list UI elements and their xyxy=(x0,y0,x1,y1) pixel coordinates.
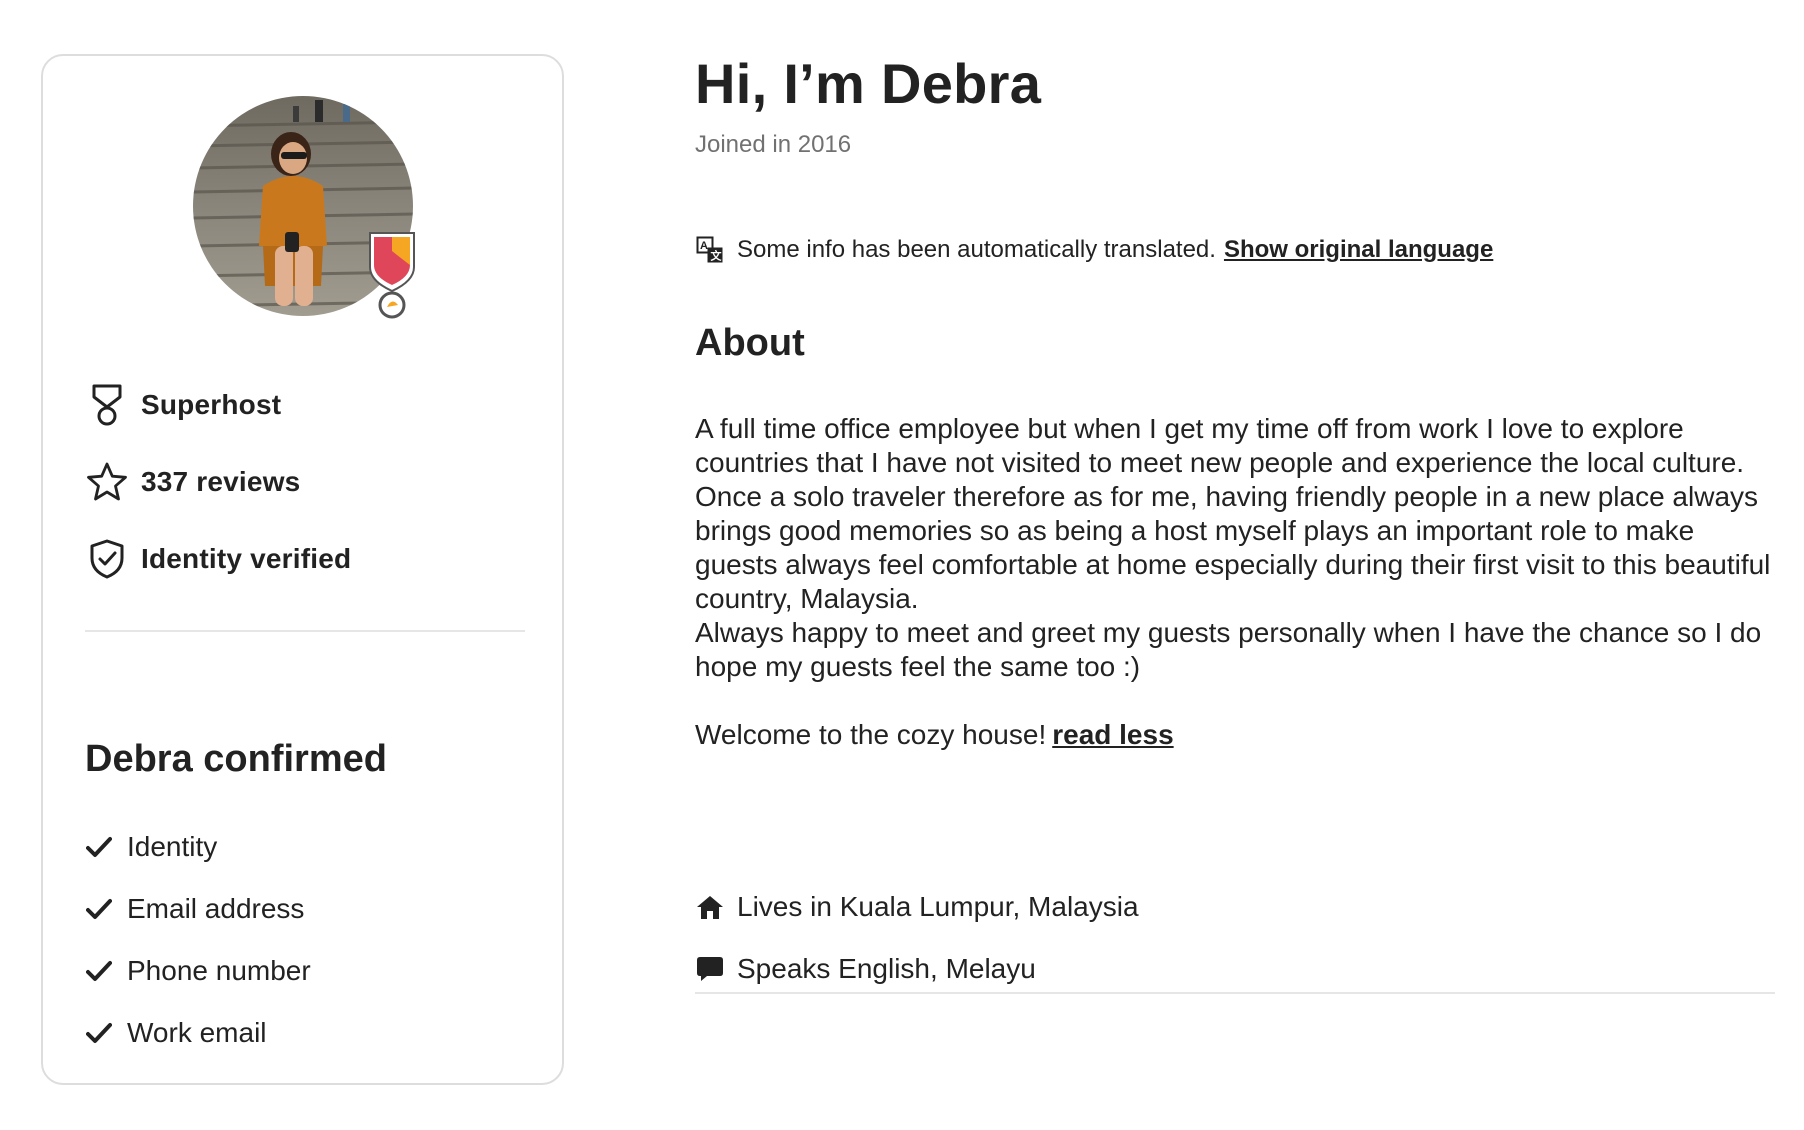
checkmark-icon xyxy=(85,957,113,985)
confirmed-title: Debra confirmed xyxy=(85,738,387,780)
about-heading: About xyxy=(695,322,805,364)
checkmark-icon xyxy=(85,833,113,861)
stat-identity: Identity verified xyxy=(85,520,525,597)
about-body: A full time office employee but when I g… xyxy=(695,412,1775,752)
card-divider xyxy=(85,630,525,632)
confirmed-label: Identity xyxy=(127,831,218,862)
section-divider xyxy=(695,992,1775,994)
checkmark-icon xyxy=(85,895,113,923)
read-less-link[interactable]: read less xyxy=(1052,719,1173,750)
home-icon xyxy=(695,892,725,922)
about-closing: Welcome to the cozy house! xyxy=(695,719,1047,750)
about-paragraph: Once a solo traveler therefore as for me… xyxy=(695,481,1771,614)
svg-text:文: 文 xyxy=(711,249,723,263)
about-paragraph: Always happy to meet and greet my guests… xyxy=(695,617,1762,682)
stat-label: Identity verified xyxy=(141,542,352,574)
avatar-container xyxy=(193,96,425,328)
profile-main: Hi, I’m Debra Joined in 2016 A 文 Some in… xyxy=(695,40,1775,994)
speech-bubble-icon xyxy=(695,954,725,984)
confirmed-list: Identity Email address Phone number Work… xyxy=(85,816,525,1064)
host-stats: Superhost 337 reviews Identity verified xyxy=(85,366,525,597)
shield-check-icon xyxy=(85,537,129,581)
confirmed-label: Email address xyxy=(127,893,305,924)
confirmed-item-work-email: Work email xyxy=(85,1002,525,1064)
confirmed-item-phone: Phone number xyxy=(85,940,525,1002)
stat-label: Superhost xyxy=(141,388,282,420)
translation-text: Some info has been automatically transla… xyxy=(737,236,1216,263)
profile-card: Superhost 337 reviews Identity verified … xyxy=(41,54,564,1085)
about-closing-line: Welcome to the cozy house! read less xyxy=(695,718,1775,752)
translate-icon: A 文 xyxy=(695,235,725,265)
fact-lives-in: Lives in Kuala Lumpur, Malaysia xyxy=(695,876,1775,938)
fact-label: Speaks English, Melayu xyxy=(737,953,1036,984)
checkmark-icon xyxy=(85,1019,113,1047)
confirmed-label: Phone number xyxy=(127,955,311,986)
page-title: Hi, I’m Debra xyxy=(695,52,1042,115)
confirmed-label: Work email xyxy=(127,1017,267,1048)
stat-reviews[interactable]: 337 reviews xyxy=(85,443,525,520)
translation-notice: A 文 Some info has been automatically tra… xyxy=(695,235,1493,265)
fact-label: Lives in Kuala Lumpur, Malaysia xyxy=(737,891,1139,922)
svg-text:A: A xyxy=(700,240,708,252)
stat-label: 337 reviews xyxy=(141,465,301,497)
superhost-medal-icon xyxy=(369,232,415,319)
confirmed-item-identity: Identity xyxy=(85,816,525,878)
confirmed-item-email: Email address xyxy=(85,878,525,940)
superhost-icon xyxy=(85,383,129,427)
profile-page: Superhost 337 reviews Identity verified … xyxy=(0,0,1804,1130)
superhost-badge xyxy=(368,229,416,319)
show-original-language-link[interactable]: Show original language xyxy=(1224,236,1493,264)
star-icon xyxy=(85,460,129,504)
joined-date: Joined in 2016 xyxy=(695,131,852,158)
host-facts: Lives in Kuala Lumpur, Malaysia Speaks E… xyxy=(695,876,1775,1000)
fact-languages: Speaks English, Melayu xyxy=(695,938,1775,1000)
about-paragraph: A full time office employee but when I g… xyxy=(695,413,1745,478)
stat-superhost: Superhost xyxy=(85,366,525,443)
about-spacer xyxy=(695,684,1775,718)
